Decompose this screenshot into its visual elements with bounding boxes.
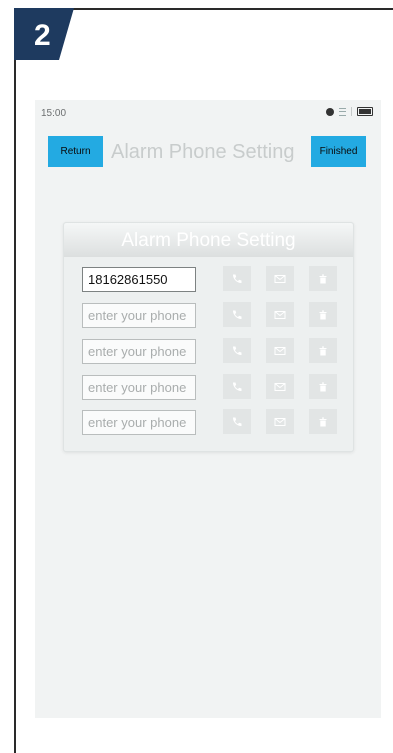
envelope-icon xyxy=(274,382,286,391)
call-button[interactable] xyxy=(223,338,251,363)
status-time: 15:00 xyxy=(41,108,67,119)
signal-icon xyxy=(339,107,346,116)
phone-icon xyxy=(232,274,242,283)
sms-button[interactable] xyxy=(266,409,294,434)
sms-button[interactable] xyxy=(266,266,294,291)
page-title: Alarm Phone Setting xyxy=(111,141,295,163)
phone-row: enter your phone xyxy=(82,409,196,436)
trash-icon xyxy=(319,274,327,283)
step-badge: 2 xyxy=(14,8,74,60)
delete-button[interactable] xyxy=(309,374,337,399)
delete-button[interactable] xyxy=(309,409,337,434)
phone-row: enter your phone xyxy=(82,302,196,329)
envelope-icon xyxy=(274,346,286,355)
trash-icon xyxy=(319,346,327,355)
phone-row: 18162861550 xyxy=(82,266,196,293)
alarm-clock-icon xyxy=(326,107,334,116)
delete-button[interactable] xyxy=(309,338,337,363)
status-divider xyxy=(351,107,352,116)
phone-number-field[interactable]: enter your phone xyxy=(82,410,196,435)
panel-title: Alarm Phone Setting xyxy=(64,223,353,257)
phone-row: enter your phone xyxy=(82,374,196,401)
phone-icon xyxy=(232,310,242,319)
phone-number-field[interactable]: enter your phone xyxy=(82,303,196,328)
delete-button[interactable] xyxy=(309,266,337,291)
sms-button[interactable] xyxy=(266,338,294,363)
trash-icon xyxy=(319,382,327,391)
phone-icon xyxy=(232,346,242,355)
phone-number-field[interactable]: enter your phone xyxy=(82,339,196,364)
trash-icon xyxy=(319,310,327,319)
envelope-icon xyxy=(274,417,286,426)
sms-button[interactable] xyxy=(266,374,294,399)
status-icons xyxy=(326,107,373,116)
delete-button[interactable] xyxy=(309,302,337,327)
envelope-icon xyxy=(274,310,286,319)
alarm-phone-panel: Alarm Phone Setting 18162861550 enter yo… xyxy=(63,222,354,452)
return-button[interactable]: Return xyxy=(48,136,103,167)
phone-screen: 15:00 Return Alarm Phone Setting Finishe… xyxy=(35,100,381,718)
envelope-icon xyxy=(274,274,286,283)
trash-icon xyxy=(319,417,327,426)
phone-number-field[interactable]: 18162861550 xyxy=(82,267,196,292)
finished-button[interactable]: Finished xyxy=(311,136,366,167)
phone-icon xyxy=(232,382,242,391)
frame-left-line xyxy=(14,8,16,753)
battery-icon xyxy=(357,107,373,116)
phone-icon xyxy=(232,417,242,426)
phone-row: enter your phone xyxy=(82,338,196,365)
call-button[interactable] xyxy=(223,409,251,434)
sms-button[interactable] xyxy=(266,302,294,327)
call-button[interactable] xyxy=(223,266,251,291)
phone-number-field[interactable]: enter your phone xyxy=(82,375,196,400)
step-number: 2 xyxy=(34,19,51,52)
call-button[interactable] xyxy=(223,374,251,399)
call-button[interactable] xyxy=(223,302,251,327)
